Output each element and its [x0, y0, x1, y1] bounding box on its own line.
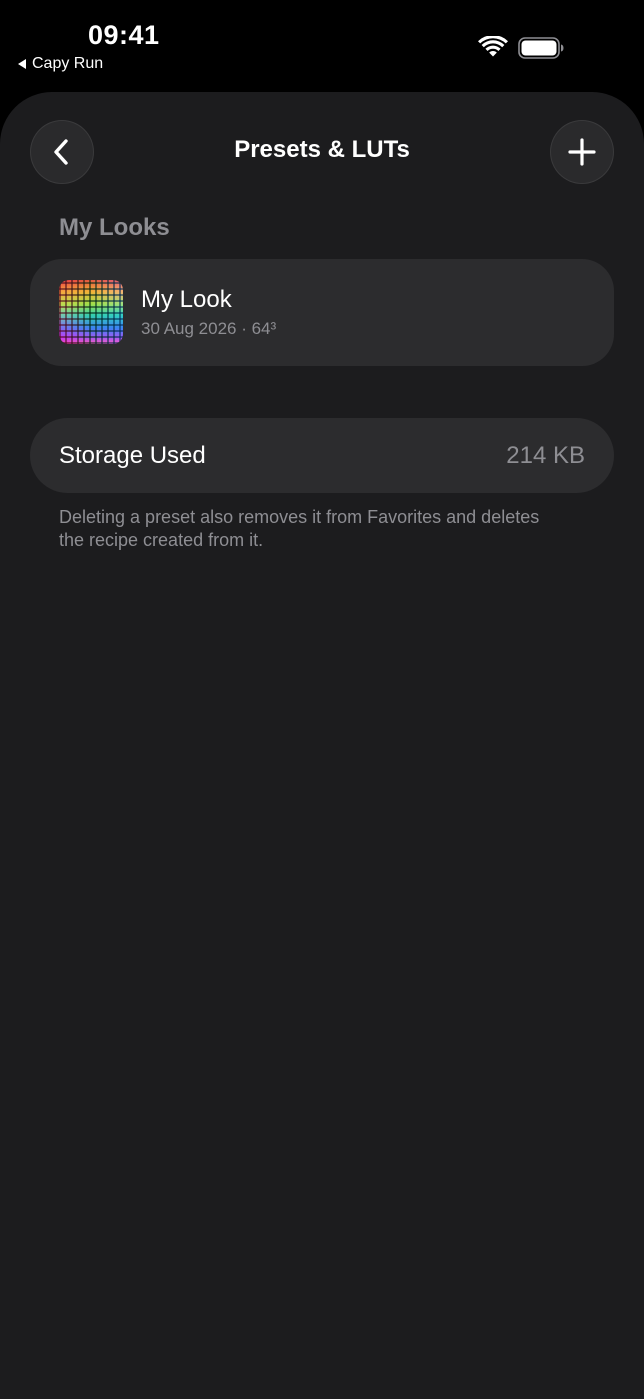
status-time: 09:41: [88, 20, 160, 50]
storage-label: Storage Used: [59, 442, 206, 469]
page-title: Presets & LUTs: [234, 136, 410, 163]
look-date: 30 Aug 2026: [141, 319, 237, 338]
storage-row: Storage Used 214 KB: [30, 418, 614, 493]
wifi-icon: [478, 36, 508, 57]
plus-icon: [568, 138, 596, 166]
look-name: My Look: [141, 286, 232, 313]
look-size: · 64³: [241, 319, 277, 338]
back-to-app-link[interactable]: Capy Run: [18, 55, 103, 73]
look-meta: 30 Aug 2026 · 64³: [141, 319, 276, 339]
presets-sheet: Presets & LUTs My Looks My Look 30 Aug 2…: [0, 92, 644, 1399]
footnote-text: Deleting a preset also removes it from F…: [59, 507, 540, 550]
back-triangle-icon: [18, 59, 26, 69]
lut-thumbnail: [59, 280, 123, 344]
add-preset-button[interactable]: [550, 120, 614, 184]
look-list-item[interactable]: My Look 30 Aug 2026 · 64³: [30, 259, 614, 366]
battery-icon: [518, 37, 564, 59]
status-bar: 09:41 Capy Run: [0, 0, 644, 92]
section-header-my-looks: My Looks: [59, 214, 170, 241]
storage-value: 214 KB: [506, 442, 585, 469]
back-app-label: Capy Run: [32, 55, 104, 72]
